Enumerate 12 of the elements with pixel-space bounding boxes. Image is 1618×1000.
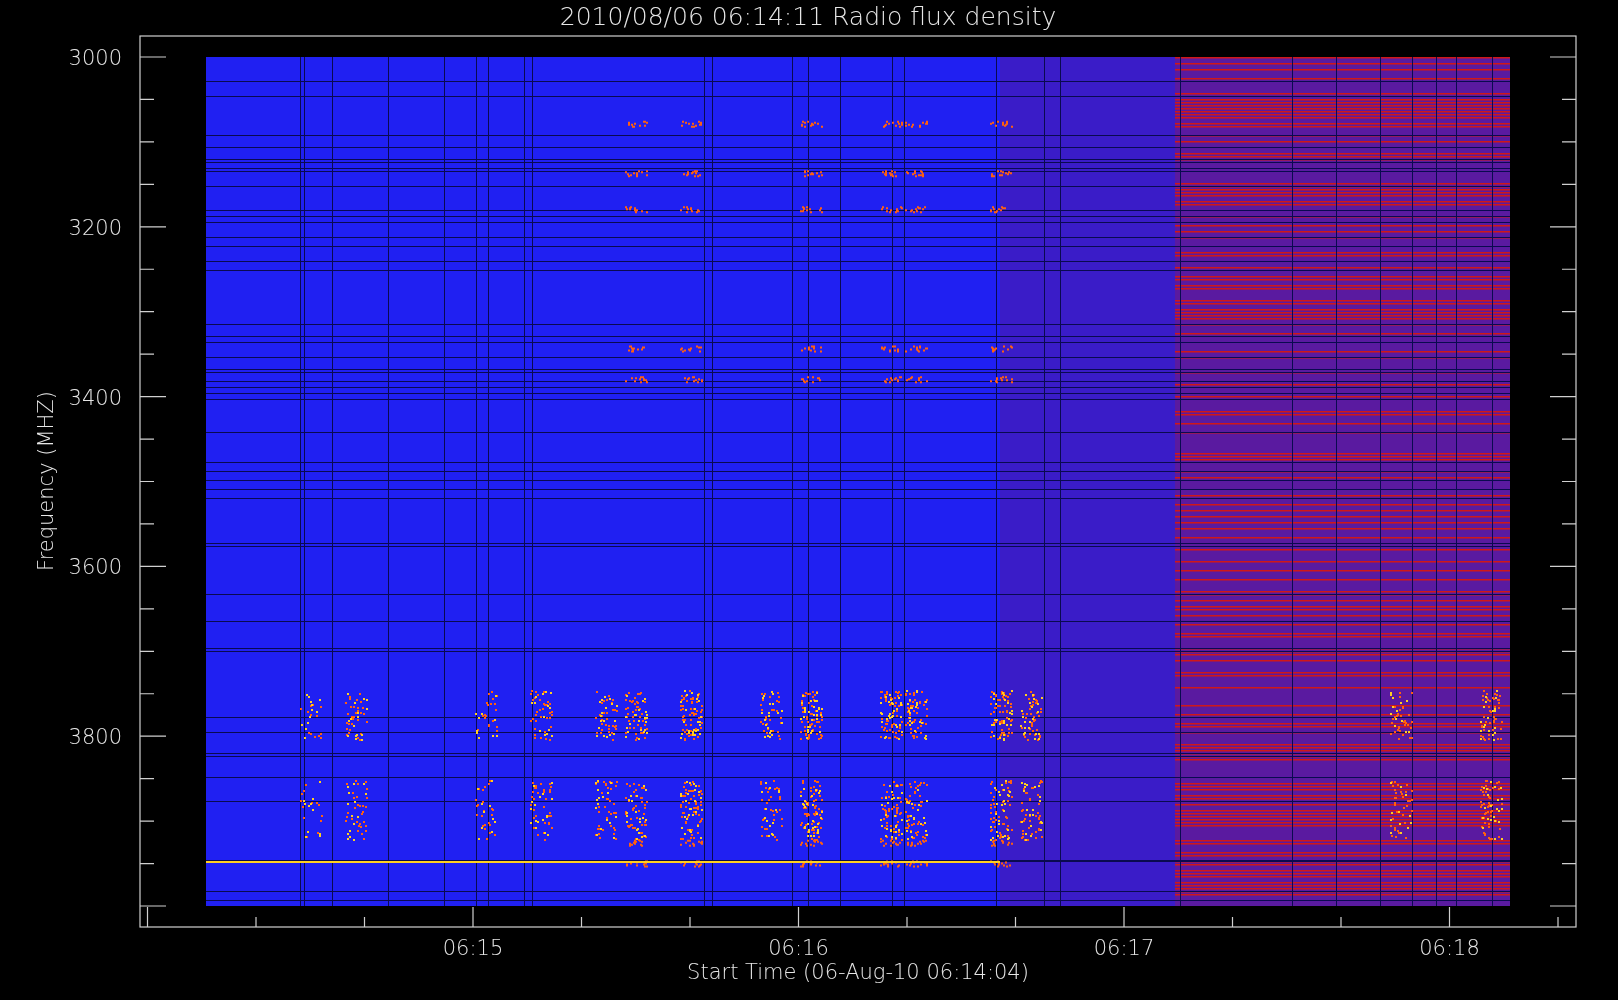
- y-tick-label: 3000: [68, 46, 122, 70]
- y-tick-label: 3800: [68, 725, 122, 750]
- x-tick-label: 06:18: [1419, 936, 1480, 960]
- y-axis-title: Frequency (MHZ): [34, 391, 58, 571]
- x-tick-label: 06:15: [442, 936, 504, 960]
- y-tick-label: 3200: [68, 215, 122, 240]
- x-tick-label: 06:16: [768, 936, 829, 960]
- plot-title: 2010/08/06 06:14:11 Radio flux density: [559, 2, 1057, 31]
- y-tick-label: 3400: [68, 385, 122, 410]
- x-axis-title: Start Time (06-Aug-10 06:14:04): [687, 960, 1029, 984]
- x-tick-label: 06:17: [1093, 936, 1155, 960]
- y-tick-label: 3600: [68, 555, 122, 580]
